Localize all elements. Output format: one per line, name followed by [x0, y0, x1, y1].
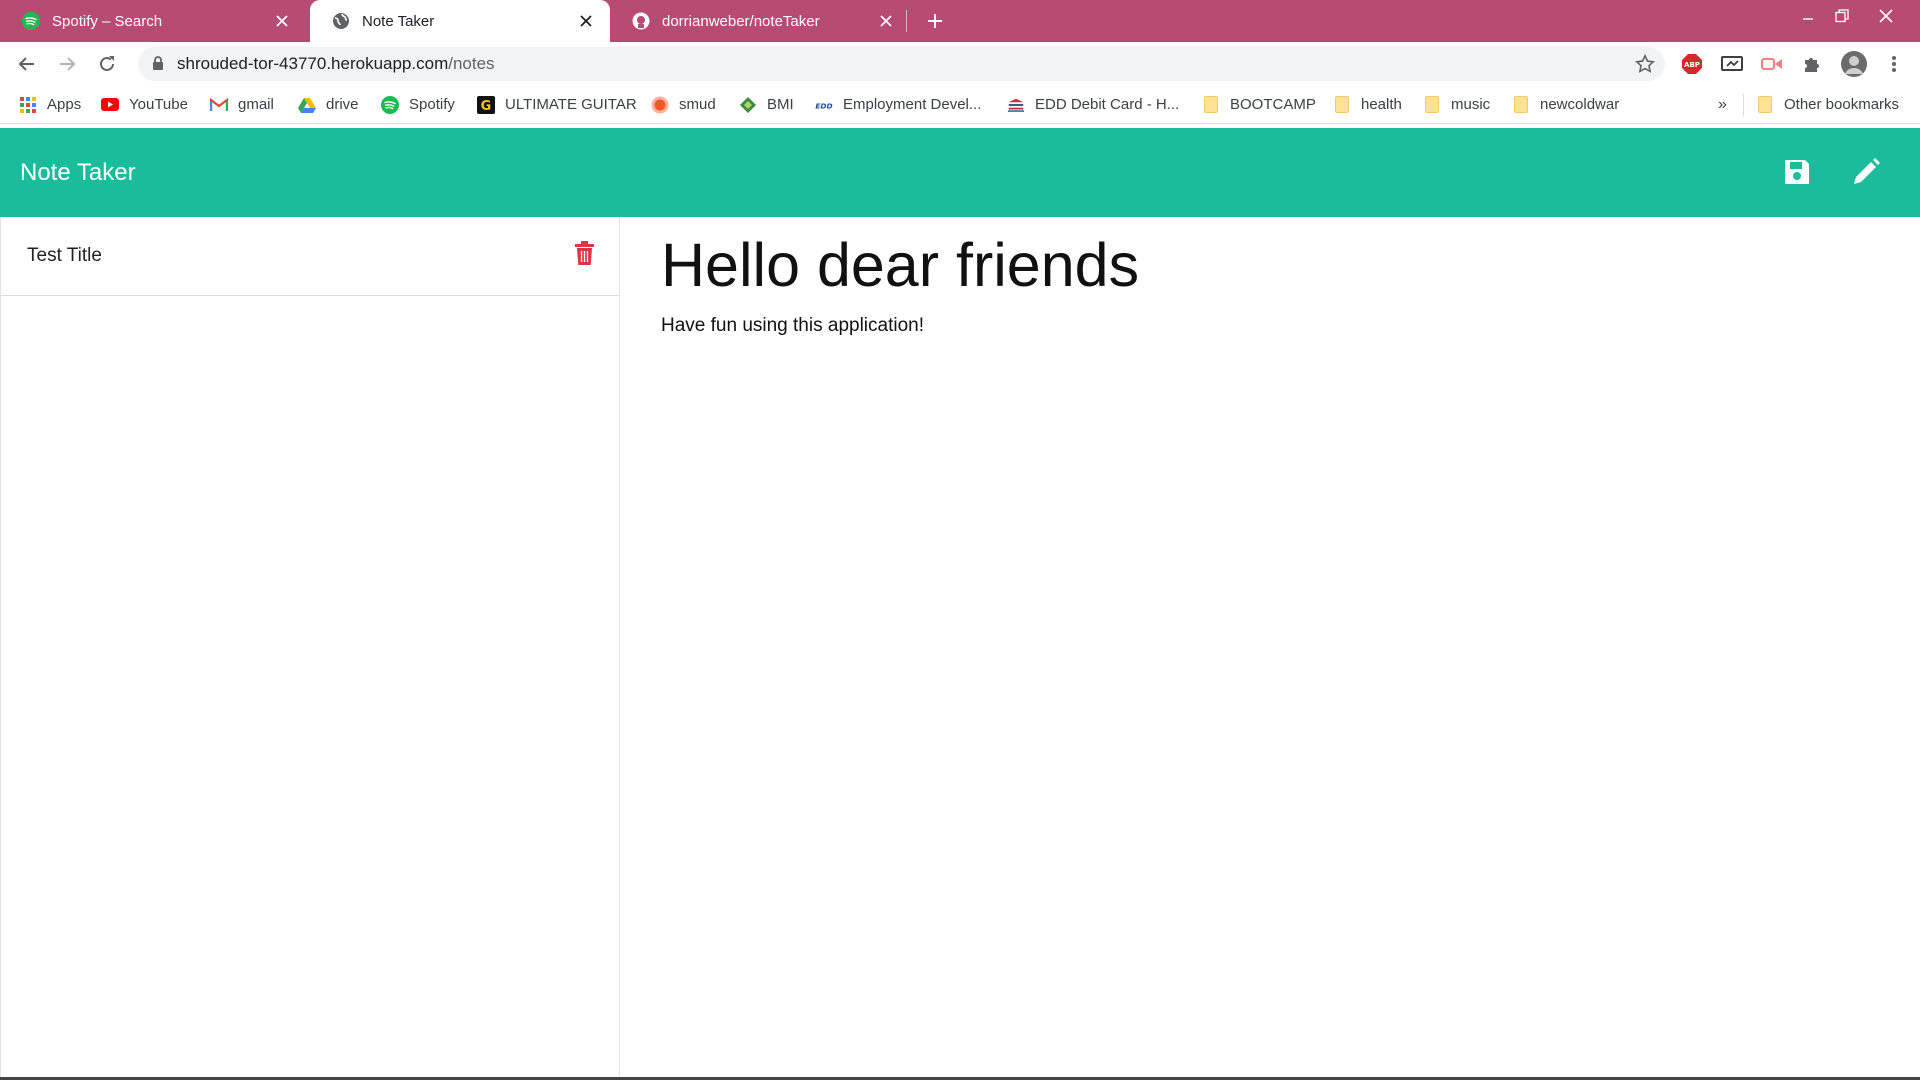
folder-icon — [1756, 96, 1774, 114]
apps-grid-icon — [19, 96, 37, 114]
bookmarks-overflow-chevron[interactable]: » — [1718, 86, 1727, 123]
bookmark-label: Other bookmarks — [1784, 96, 1900, 113]
restore-window-icon[interactable] — [1820, 0, 1864, 32]
globe-icon — [332, 12, 350, 30]
folder-icon — [1512, 96, 1530, 114]
bookmark-label: music — [1451, 96, 1491, 113]
folder-icon — [1202, 96, 1220, 114]
save-note-icon[interactable] — [1780, 155, 1814, 189]
bookmark-label: BOOTCAMP — [1230, 96, 1316, 113]
bookmark-folder-music[interactable]: music — [1423, 86, 1490, 123]
bookmark-label: YouTube — [129, 96, 188, 113]
profile-avatar[interactable] — [1840, 50, 1868, 78]
url-path: /notes — [448, 54, 495, 73]
tab-title: dorrianweber/noteTaker — [662, 12, 820, 30]
url-host: shrouded-tor-43770.herokuapp.com — [177, 54, 449, 73]
note-list-item-title[interactable]: Test Title — [27, 217, 102, 295]
bookmark-smud[interactable]: smud — [651, 86, 716, 123]
edd-icon: EDD — [815, 96, 833, 114]
note-textarea[interactable]: Have fun using this application! — [661, 313, 924, 339]
lock-icon[interactable] — [152, 56, 164, 76]
close-tab-icon[interactable] — [272, 11, 292, 31]
bookmark-label: EDD Debit Card - H... — [1035, 96, 1180, 113]
tab-divider — [906, 10, 907, 32]
screen-cast-icon[interactable] — [1721, 53, 1743, 75]
folder-icon — [1423, 96, 1441, 114]
spotify-icon — [381, 95, 399, 114]
bookmark-label: drive — [326, 96, 359, 113]
forward-arrow-icon[interactable] — [53, 50, 81, 78]
bookmark-folder-health[interactable]: health — [1333, 86, 1402, 123]
bookmark-edd[interactable]: EDD Employment Devel... — [815, 86, 981, 123]
bookmark-label: newcoldwar — [1540, 96, 1620, 113]
bookmark-ultimate-guitar[interactable]: G ULTIMATE GUITAR — [477, 86, 637, 123]
new-tab-plus-icon[interactable] — [922, 8, 948, 34]
notes-list: Test Title — [0, 217, 620, 1080]
bookmark-label: smud — [679, 96, 716, 113]
tab-title: Note Taker — [362, 12, 435, 30]
url-text[interactable]: shrouded-tor-43770.herokuapp.com/notes — [177, 47, 495, 81]
folder-icon — [1333, 96, 1351, 114]
bookmark-edd-debit-card[interactable]: EDD Debit Card - H... — [1007, 86, 1179, 123]
bmi-icon — [739, 96, 757, 114]
bookmark-folder-bootcamp[interactable]: BOOTCAMP — [1202, 86, 1316, 123]
reload-icon[interactable] — [93, 50, 121, 78]
bookmarks-bar: Apps YouTube gmail drive Spotify G ULTIM… — [0, 86, 1920, 124]
bookmark-star-icon[interactable] — [1634, 53, 1656, 79]
extensions-puzzle-icon[interactable] — [1801, 53, 1823, 75]
video-extension-icon[interactable] — [1761, 53, 1783, 75]
svg-text:G: G — [481, 99, 492, 114]
bookmark-youtube[interactable]: YouTube — [101, 86, 188, 123]
tab-title: Spotify – Search — [52, 12, 163, 30]
bookmark-bmi[interactable]: BMI — [739, 86, 794, 123]
svg-text:ABP: ABP — [1684, 61, 1700, 69]
close-window-icon[interactable] — [1864, 0, 1908, 32]
bookmark-label: Spotify — [409, 96, 455, 113]
trash-icon[interactable] — [572, 239, 596, 267]
tab-spotify[interactable]: Spotify – Search — [0, 0, 306, 42]
address-bar[interactable]: shrouded-tor-43770.herokuapp.com/notes — [138, 47, 1665, 81]
tab-github[interactable]: dorrianweber/noteTaker — [610, 0, 910, 42]
note-editor: Hello dear friends Have fun using this a… — [620, 217, 1920, 1080]
note-title-input[interactable]: Hello dear friends — [661, 225, 1139, 305]
browser-tab-strip: Spotify – Search Note Taker dorrianweber… — [0, 0, 1920, 42]
ultimate-guitar-icon: G — [477, 95, 495, 114]
browser-menu-icon[interactable] — [1883, 53, 1905, 75]
bookmark-gmail[interactable]: gmail — [210, 86, 274, 123]
adblock-icon[interactable]: ABP — [1681, 53, 1703, 75]
bookmark-spotify[interactable]: Spotify — [381, 86, 455, 123]
smud-icon — [651, 96, 669, 114]
app-navbar: Note Taker — [0, 128, 1920, 217]
bookmark-folder-newcoldwar[interactable]: newcoldwar — [1512, 86, 1619, 123]
new-note-pencil-icon[interactable] — [1849, 155, 1883, 189]
bookmark-folder-other[interactable]: Other bookmarks — [1756, 86, 1899, 123]
back-arrow-icon[interactable] — [13, 50, 41, 78]
note-list-item[interactable]: Test Title — [1, 217, 620, 296]
bookmarks-divider — [1743, 94, 1744, 116]
bookmark-label: Apps — [47, 96, 82, 113]
app-brand[interactable]: Note Taker — [20, 128, 136, 217]
bookmark-label: Employment Devel... — [843, 96, 982, 113]
close-tab-icon[interactable] — [876, 11, 896, 31]
bookmark-label: ULTIMATE GUITAR — [505, 96, 637, 113]
close-tab-icon[interactable] — [576, 11, 596, 31]
bookmark-label: gmail — [238, 96, 274, 113]
bookmark-label: BMI — [767, 96, 794, 113]
gmail-icon — [210, 96, 228, 114]
spotify-icon — [22, 12, 40, 30]
bookmark-drive[interactable]: drive — [298, 86, 359, 123]
bookmark-apps[interactable]: Apps — [19, 86, 81, 123]
bank-icon — [1007, 96, 1025, 114]
bookmark-label: health — [1361, 96, 1402, 113]
youtube-icon — [101, 96, 119, 114]
github-icon — [632, 12, 650, 30]
drive-icon — [298, 96, 316, 114]
tab-note-taker[interactable]: Note Taker — [310, 0, 610, 42]
svg-text:EDD: EDD — [815, 101, 832, 110]
browser-toolbar: shrouded-tor-43770.herokuapp.com/notes A… — [0, 42, 1920, 86]
